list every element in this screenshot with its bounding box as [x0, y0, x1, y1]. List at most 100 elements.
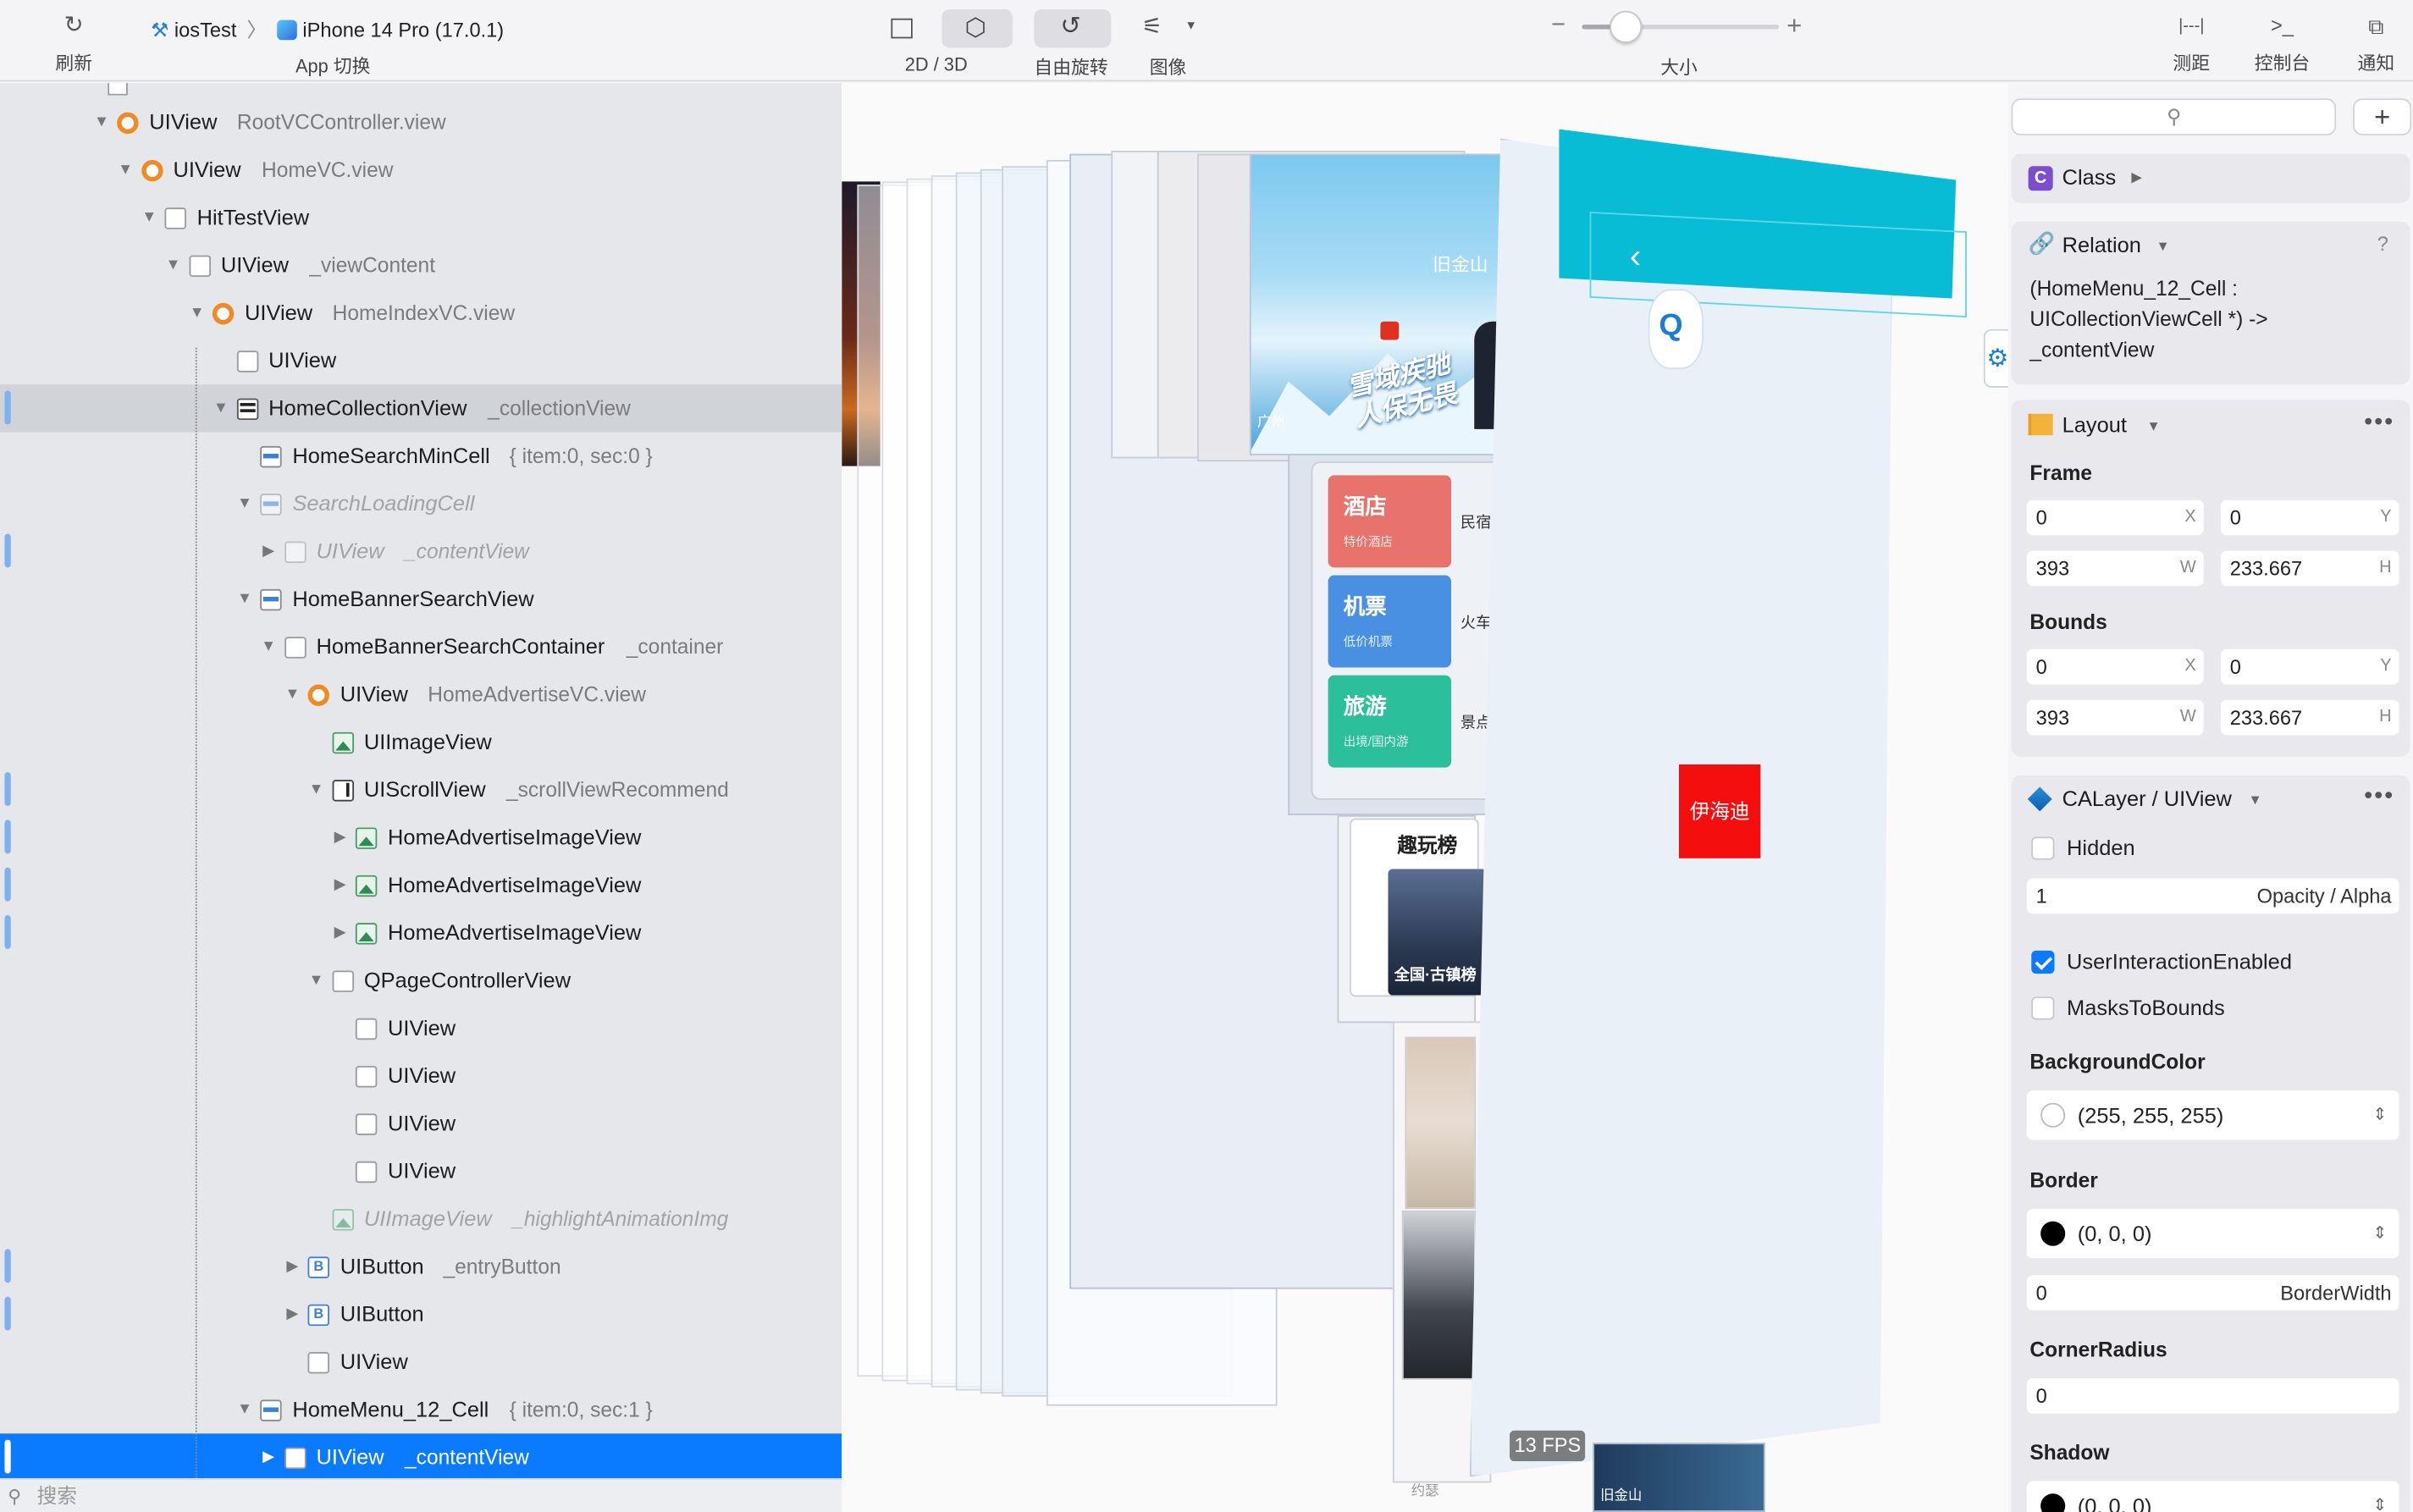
- corner-radius-field[interactable]: 0: [2026, 1377, 2399, 1414]
- console-button[interactable]: >_ 控制台: [2247, 9, 2318, 75]
- size-slider[interactable]: [1582, 10, 1780, 43]
- disclosure-expanded-icon[interactable]: ▼: [92, 98, 111, 146]
- disclosure-expanded-icon[interactable]: ▼: [212, 384, 230, 432]
- tree-row[interactable]: ▶ HomeAdvertiseImageView: [0, 814, 842, 861]
- tree-row[interactable]: ▼ HomeBannerSearchContainer _container: [0, 623, 842, 670]
- tree-row[interactable]: ▶ UIView _contentView: [0, 527, 842, 575]
- masks-to-bounds-checkbox[interactable]: [2031, 996, 2055, 1020]
- disclosure-collapsed-icon[interactable]: ▶: [331, 861, 350, 908]
- chevron-down-icon[interactable]: ▼: [2156, 239, 2169, 254]
- disclosure-expanded-icon[interactable]: ▼: [188, 290, 207, 337]
- frame-h-field[interactable]: 233.667 H: [2220, 550, 2399, 587]
- 3d-layer-canvas[interactable]: 旧金山 雪域疾驰 人保无畏 广州 酒店 特价酒店 民宿 机票 低价机票 火车 旅游 出境/国内…: [842, 83, 2008, 1512]
- background-color-field[interactable]: (255, 255, 255) ⇕: [2026, 1090, 2399, 1140]
- disclosure-expanded-icon[interactable]: ▼: [259, 623, 278, 670]
- notify-button[interactable]: ⧉ 通知: [2345, 9, 2407, 75]
- chevron-down-icon[interactable]: ▼: [2147, 418, 2161, 433]
- tree-row[interactable]: ▼ UIScrollView _scrollViewRecommend: [0, 766, 842, 814]
- bounds-h-field[interactable]: 233.667 H: [2220, 699, 2399, 736]
- user-interaction-checkbox[interactable]: [2031, 950, 2055, 974]
- tree-row[interactable]: UIView: [0, 1004, 842, 1051]
- black-swatch: [2040, 1221, 2066, 1246]
- gear-icon[interactable]: ⚙: [1983, 328, 2008, 388]
- view-2d-button[interactable]: [874, 9, 929, 47]
- disclosure-expanded-icon[interactable]: ▼: [307, 957, 326, 1004]
- border-width-field[interactable]: 0 BorderWidth: [2026, 1275, 2399, 1311]
- tree-row[interactable]: HomeSearchMinCell { item:0, sec:0 }: [0, 433, 842, 480]
- tree-row[interactable]: ▼ HomeMenu_12_Cell { item:0, sec:1 }: [0, 1386, 842, 1433]
- bounds-w-field[interactable]: 393 W: [2026, 699, 2204, 736]
- tree-row[interactable]: ▶ B UIButton: [0, 1290, 842, 1338]
- app-switcher[interactable]: ⚒ iosTest 〉 iPhone 14 Pro (17.0.1): [151, 14, 504, 43]
- tree-row[interactable]: UIView: [0, 337, 842, 384]
- disclosure-collapsed-icon[interactable]: ▶: [283, 1243, 301, 1290]
- layout-section: Layout ▼ ••• Frame 0X 0Y 393 W 233.667 H B…: [2011, 400, 2410, 757]
- refresh-button[interactable]: ↻ 刷新: [43, 9, 105, 75]
- frame-y-field[interactable]: 0Y: [2220, 499, 2399, 536]
- tree-row[interactable]: ▼ UIView _viewContent: [0, 241, 842, 289]
- tree-row[interactable]: UIImageView: [0, 718, 842, 765]
- tree-row[interactable]: ▶ HomeAdvertiseImageView: [0, 861, 842, 908]
- more-icon[interactable]: •••: [2364, 409, 2394, 437]
- bounds-x-field[interactable]: 0X: [2026, 648, 2204, 685]
- frame-x-field[interactable]: 0X: [2026, 499, 2204, 536]
- measure-button[interactable]: |---| 测距: [2161, 9, 2222, 75]
- disclosure-expanded-icon[interactable]: ▼: [235, 1386, 254, 1433]
- tree-row[interactable]: ▼ UIView HomeVC.view: [0, 146, 842, 194]
- disclosure-collapsed-icon[interactable]: ▶: [331, 909, 350, 957]
- zoom-out-icon[interactable]: −: [1551, 13, 1565, 41]
- disclosure-collapsed-icon[interactable]: ▶: [283, 1290, 301, 1338]
- add-button[interactable]: +: [2353, 98, 2412, 135]
- tree-row[interactable]: ▶ HomeAdvertiseImageView: [0, 909, 842, 957]
- bounds-y-field[interactable]: 0Y: [2220, 648, 2399, 685]
- tree-row[interactable]: UIImageView _highlightAnimationImg: [0, 1195, 842, 1243]
- help-icon[interactable]: ?: [2377, 232, 2388, 255]
- disclosure-collapsed-icon[interactable]: ▶: [259, 527, 278, 575]
- class-section[interactable]: C Class ▶: [2011, 153, 2410, 203]
- tree-row[interactable]: ▶ B UIButton _entryButton: [0, 1243, 842, 1290]
- shadow-label: Shadow: [2029, 1441, 2110, 1465]
- disclosure-collapsed-icon[interactable]: ▶: [331, 814, 350, 861]
- tree-row[interactable]: ▼ UIView RootVCController.view: [0, 98, 842, 146]
- size-slider-knob[interactable]: [1610, 10, 1643, 43]
- tree-row-name: UIButton: [340, 1301, 424, 1327]
- tree-row-subtitle: _viewContent: [309, 253, 436, 278]
- disclosure-expanded-icon[interactable]: ▼: [307, 766, 326, 814]
- disclosure-expanded-icon[interactable]: ▼: [283, 670, 301, 718]
- inspector-search-field[interactable]: ⚲: [2011, 98, 2337, 135]
- tree-row-name: HomeSearchMinCell: [292, 443, 490, 468]
- tree-row[interactable]: ▶ UIView _contentView: [0, 1433, 842, 1479]
- disclosure-expanded-icon[interactable]: ▼: [235, 576, 254, 623]
- disclosure-expanded-icon[interactable]: ▼: [164, 241, 183, 289]
- tree-row[interactable]: ▼ HomeBannerSearchView: [0, 576, 842, 623]
- tree-row-name: UIView: [316, 1444, 384, 1470]
- tree-row[interactable]: UIView: [0, 1052, 842, 1100]
- tree-row[interactable]: UIView: [0, 1147, 842, 1195]
- zoom-in-icon[interactable]: +: [1786, 11, 1802, 41]
- disclosure-collapsed-icon[interactable]: ▶: [259, 1433, 278, 1478]
- shadow-color-field[interactable]: (0, 0, 0) ⇕: [2026, 1481, 2399, 1512]
- tree-row[interactable]: UIView: [0, 1338, 842, 1386]
- more-icon[interactable]: •••: [2364, 783, 2394, 811]
- frame-x-value: 0: [2035, 505, 2047, 530]
- banner-location: 旧金山: [1433, 253, 1488, 276]
- frame-w-field[interactable]: 393 W: [2026, 550, 2204, 587]
- tree-row[interactable]: ▼ UIView HomeIndexVC.view: [0, 290, 842, 337]
- tree-search-bar[interactable]: ⚲ 搜索: [0, 1478, 842, 1512]
- image-options-button[interactable]: ⚟ ▼: [1135, 9, 1203, 47]
- disclosure-expanded-icon[interactable]: ▼: [140, 194, 158, 241]
- tree-row[interactable]: UIView: [0, 1100, 842, 1147]
- hidden-checkbox[interactable]: [2031, 836, 2055, 860]
- tree-row[interactable]: ▼ SearchLoadingCell: [0, 480, 842, 527]
- tree-row[interactable]: ▼ HitTestView: [0, 194, 842, 241]
- tree-row[interactable]: ▼ UIView HomeAdvertiseVC.view: [0, 670, 842, 718]
- border-color-field[interactable]: (0, 0, 0) ⇕: [2026, 1209, 2399, 1259]
- tree-row[interactable]: ▼ HomeCollectionView _collectionView: [0, 384, 842, 433]
- tree-row[interactable]: ▼ QPageControllerView: [0, 957, 842, 1004]
- chevron-down-icon[interactable]: ▼: [2249, 792, 2262, 808]
- opacity-field[interactable]: 1 Opacity / Alpha: [2026, 878, 2399, 914]
- free-rotate-button[interactable]: ↺: [1034, 8, 1112, 48]
- disclosure-expanded-icon[interactable]: ▼: [235, 480, 254, 527]
- view-3d-button[interactable]: ⬡: [941, 8, 1013, 48]
- disclosure-expanded-icon[interactable]: ▼: [116, 146, 135, 194]
